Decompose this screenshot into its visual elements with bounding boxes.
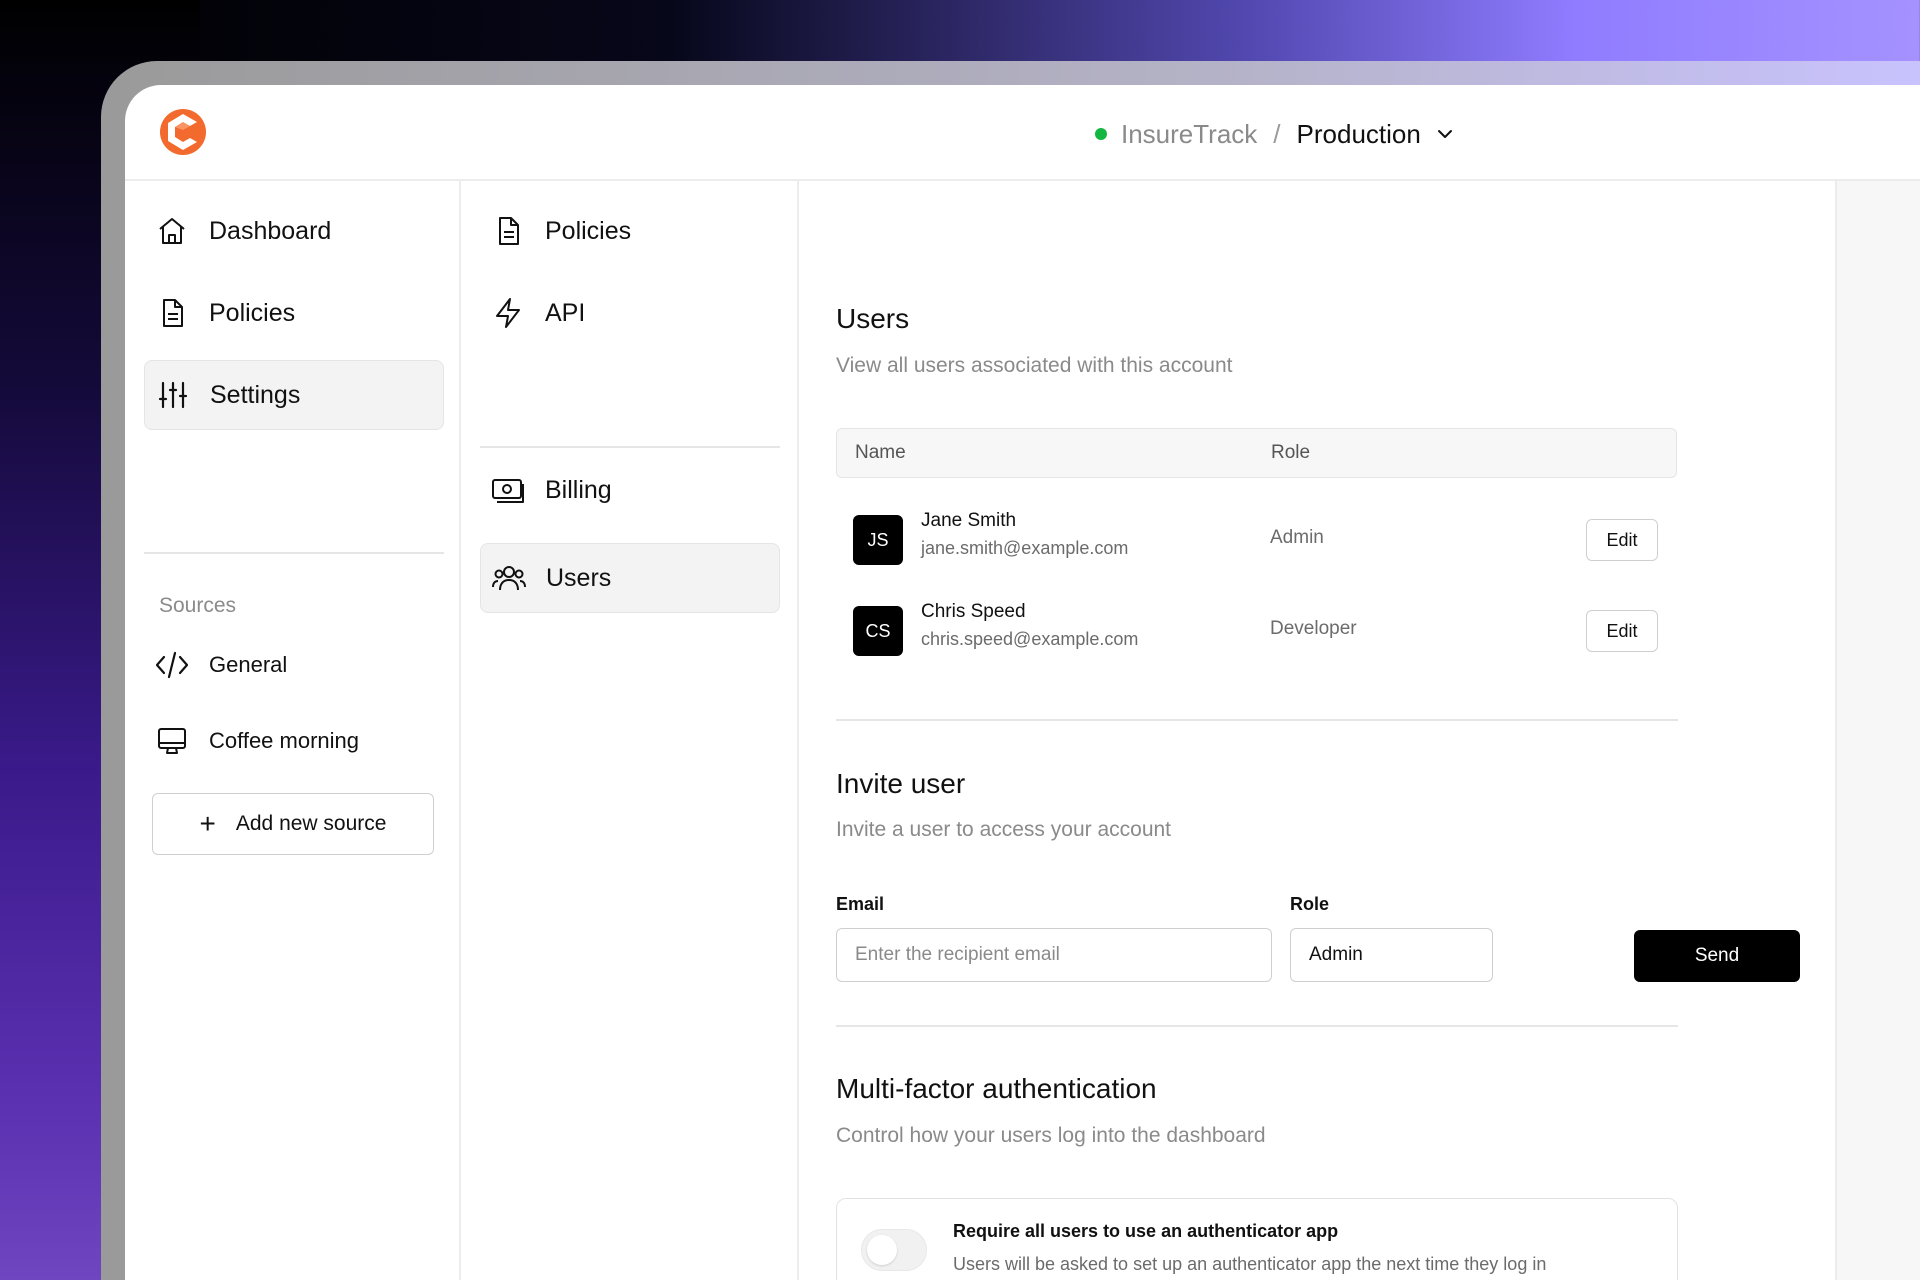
mfa-subtitle: Control how your users log into the dash… — [836, 1124, 1266, 1147]
toggle-knob — [867, 1235, 897, 1265]
settings-item-api[interactable]: API — [491, 278, 761, 348]
breadcrumb-separator: / — [1273, 118, 1281, 149]
settings-nav: Policies API Billing Users — [461, 181, 799, 1280]
table-row: JS Jane Smith jane.smith@example.com Adm… — [836, 505, 1677, 575]
money-icon — [491, 473, 525, 507]
table-row: CS Chris Speed chris.speed@example.com D… — [836, 596, 1677, 666]
users-table-header: Name Role — [836, 428, 1677, 478]
avatar: JS — [853, 515, 903, 565]
main-content: Users View all users associated with thi… — [799, 181, 1837, 1280]
divider — [836, 1025, 1678, 1027]
settings-item-billing[interactable]: Billing — [491, 455, 761, 525]
chevron-down-icon[interactable] — [1435, 124, 1455, 144]
sidebar-item-label: Coffee morning — [209, 728, 360, 753]
user-email: chris.speed@example.com — [921, 629, 1139, 649]
divider — [480, 446, 780, 448]
users-subtitle: View all users associated with this acco… — [836, 354, 1233, 377]
mfa-option-title: Require all users to use an authenticato… — [953, 1221, 1339, 1241]
settings-item-users[interactable]: Users — [480, 543, 780, 613]
sidebar-item-general[interactable]: General — [155, 630, 425, 700]
edit-user-button[interactable]: Edit — [1586, 519, 1658, 561]
settings-item-label: Policies — [545, 216, 632, 245]
user-name: Chris Speed — [921, 601, 1026, 622]
top-bar: InsureTrack / Production — [125, 85, 1920, 181]
home-icon — [155, 214, 189, 248]
divider — [836, 719, 1678, 721]
app-window: InsureTrack / Production Dashboard Polic… — [125, 85, 1920, 1280]
document-icon — [155, 296, 189, 330]
brand-logo-icon[interactable] — [159, 108, 207, 156]
mfa-option-description: Users will be asked to set up an authent… — [953, 1254, 1547, 1274]
settings-item-policies[interactable]: Policies — [491, 196, 761, 266]
column-header-name: Name — [855, 442, 906, 463]
divider — [144, 552, 444, 554]
breadcrumb: InsureTrack / Production — [1095, 114, 1455, 154]
column-header-role: Role — [1271, 442, 1311, 463]
sources-heading: Sources — [159, 594, 237, 617]
settings-item-label: Users — [546, 563, 612, 592]
email-field[interactable]: Enter the recipient email — [836, 928, 1272, 982]
add-new-source-button[interactable]: + Add new source — [152, 793, 434, 855]
user-name: Jane Smith — [921, 510, 1017, 531]
sidebar-item-label: Policies — [209, 298, 296, 327]
status-dot — [1095, 128, 1107, 140]
mfa-option-card: Require all users to use an authenticato… — [836, 1198, 1678, 1280]
email-label: Email — [836, 894, 885, 914]
user-role: Developer — [1270, 618, 1357, 639]
add-new-source-label: Add new source — [235, 812, 387, 835]
sliders-icon — [156, 378, 190, 412]
sidebar-item-label: General — [209, 652, 288, 677]
sidebar-item-settings[interactable]: Settings — [144, 360, 444, 430]
mfa-toggle[interactable] — [861, 1229, 927, 1271]
avatar: CS — [853, 606, 903, 656]
role-select[interactable]: Admin — [1290, 928, 1493, 982]
user-email: jane.smith@example.com — [921, 538, 1129, 558]
edit-user-button[interactable]: Edit — [1586, 610, 1658, 652]
users-title: Users — [836, 303, 910, 334]
mfa-title: Multi-factor authentication — [836, 1073, 1157, 1104]
user-role: Admin — [1270, 527, 1324, 548]
lightning-icon — [491, 296, 525, 330]
settings-item-label: Billing — [545, 475, 612, 504]
invite-subtitle: Invite a user to access your account — [836, 818, 1172, 841]
sidebar: Dashboard Policies Settings Sources Gene… — [125, 181, 461, 1280]
sidebar-item-coffee-morning[interactable]: Coffee morning — [155, 706, 425, 776]
sidebar-item-label: Settings — [210, 380, 301, 409]
code-icon — [155, 648, 189, 682]
plus-icon: + — [199, 808, 216, 839]
right-panel — [1837, 181, 1920, 1280]
breadcrumb-org[interactable]: InsureTrack — [1121, 119, 1257, 150]
users-icon — [492, 561, 526, 595]
send-invite-button[interactable]: Send — [1634, 930, 1800, 982]
monitor-icon — [155, 724, 189, 758]
document-icon — [491, 214, 525, 248]
sidebar-item-label: Dashboard — [209, 216, 332, 245]
role-label: Role — [1290, 894, 1330, 914]
sidebar-item-dashboard[interactable]: Dashboard — [155, 196, 425, 266]
invite-title: Invite user — [836, 768, 966, 799]
environment-selector[interactable]: Production — [1297, 119, 1421, 150]
sidebar-item-policies[interactable]: Policies — [155, 278, 425, 348]
settings-item-label: API — [545, 298, 586, 327]
